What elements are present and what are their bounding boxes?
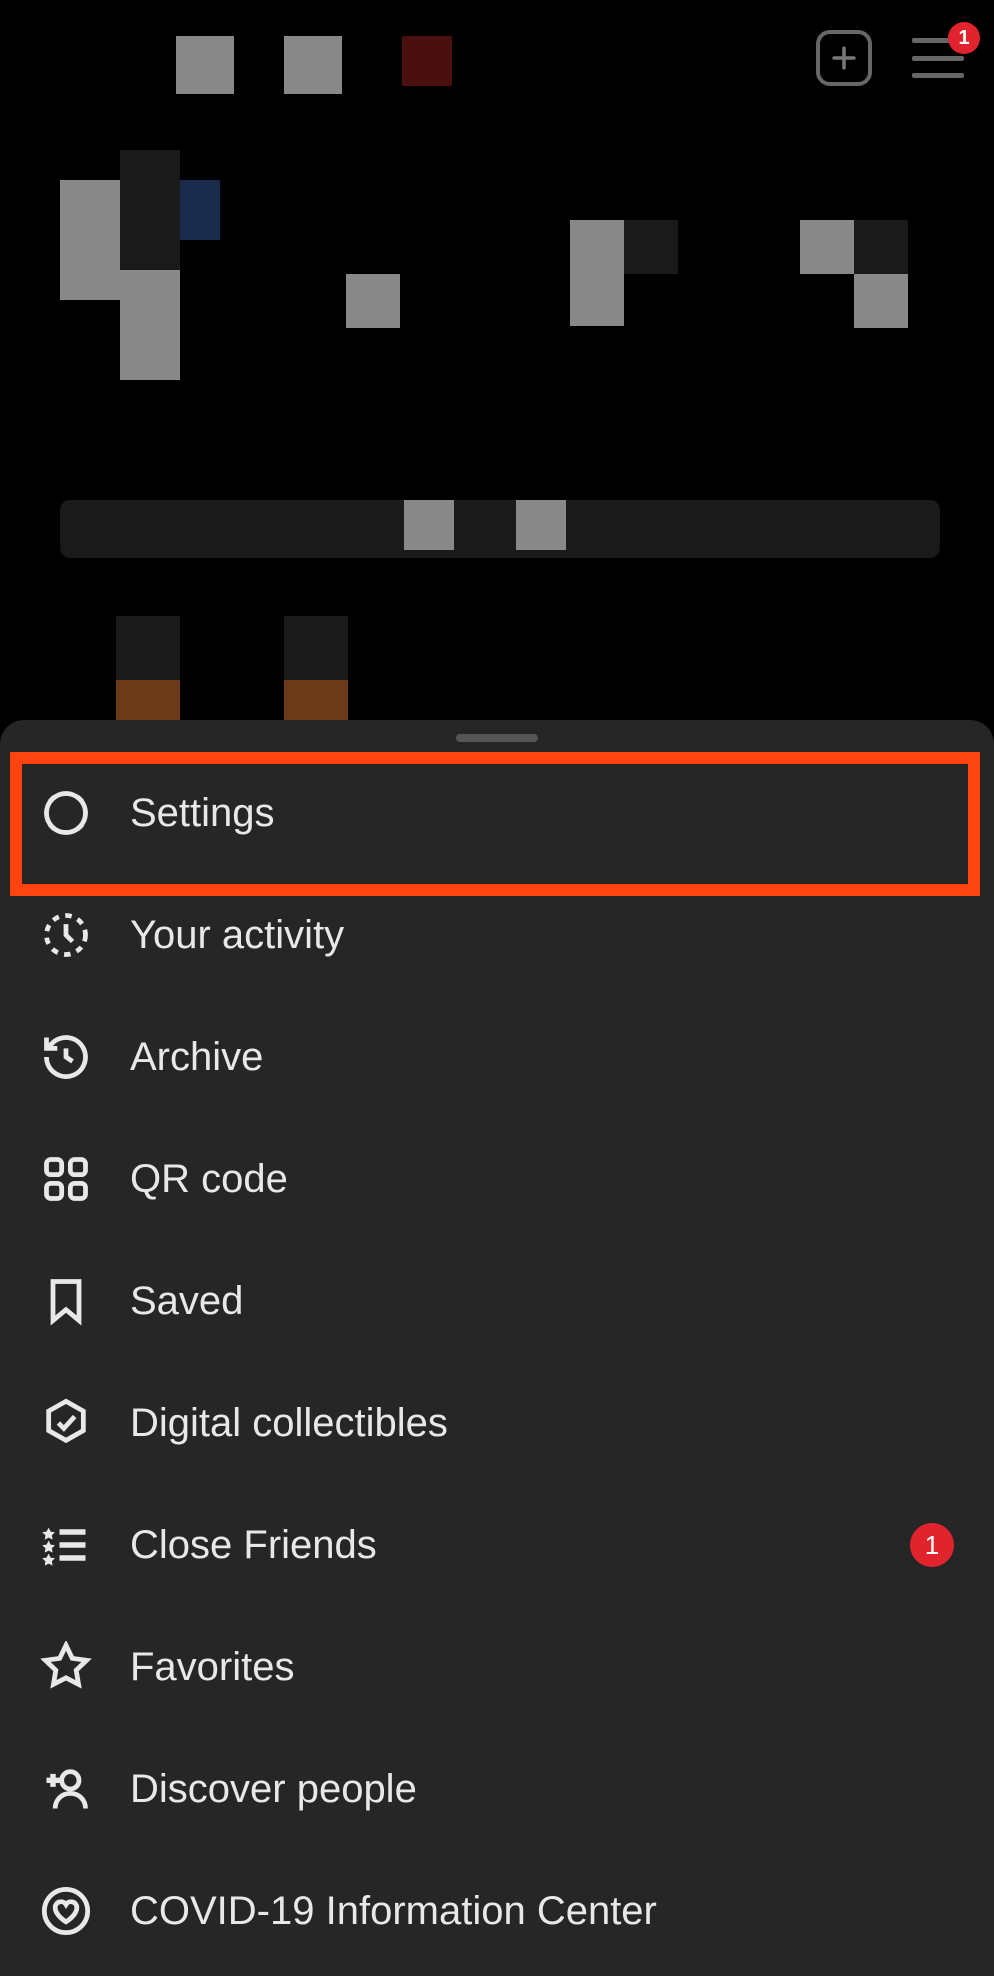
discover-people-icon (40, 1763, 92, 1815)
menu-item-label: QR code (130, 1157, 288, 1202)
create-button[interactable] (816, 30, 872, 86)
bookmark-icon (40, 1275, 92, 1327)
star-icon (40, 1641, 92, 1693)
menu-item-digital-collectibles[interactable]: Digital collectibles (0, 1362, 994, 1484)
gear-icon (40, 787, 92, 839)
menu-item-label: Digital collectibles (130, 1401, 448, 1446)
star-list-icon (40, 1519, 92, 1571)
menu-item-discover-people[interactable]: Discover people (0, 1728, 994, 1850)
menu-item-settings[interactable]: Settings (0, 752, 994, 874)
menu-item-favorites[interactable]: Favorites (0, 1606, 994, 1728)
qr-code-icon (40, 1153, 92, 1205)
menu-badge: 1 (948, 22, 980, 54)
activity-icon (40, 909, 92, 961)
archive-icon (40, 1031, 92, 1083)
menu-button[interactable]: 1 (912, 38, 964, 78)
menu-item-label: Archive (130, 1035, 263, 1080)
close-friends-badge: 1 (910, 1523, 954, 1567)
menu-item-qr-code[interactable]: QR code (0, 1118, 994, 1240)
sheet-handle[interactable] (456, 734, 538, 742)
menu-item-label: Close Friends (130, 1523, 377, 1568)
menu-item-label: Favorites (130, 1645, 295, 1690)
heart-circle-icon (40, 1885, 92, 1937)
menu-item-label: Settings (130, 791, 275, 836)
menu-item-label: Saved (130, 1279, 243, 1324)
profile-background: 1 (0, 0, 994, 720)
menu-item-covid-info[interactable]: COVID-19 Information Center (0, 1850, 994, 1972)
menu-item-label: Your activity (130, 913, 344, 958)
bottom-sheet: Settings Your activity Archive QR code S… (0, 720, 994, 1976)
hexagon-check-icon (40, 1397, 92, 1449)
menu-item-label: Discover people (130, 1767, 417, 1812)
menu-item-close-friends[interactable]: Close Friends 1 (0, 1484, 994, 1606)
menu-item-your-activity[interactable]: Your activity (0, 874, 994, 996)
menu-item-label: COVID-19 Information Center (130, 1889, 657, 1934)
menu-item-archive[interactable]: Archive (0, 996, 994, 1118)
menu-item-saved[interactable]: Saved (0, 1240, 994, 1362)
